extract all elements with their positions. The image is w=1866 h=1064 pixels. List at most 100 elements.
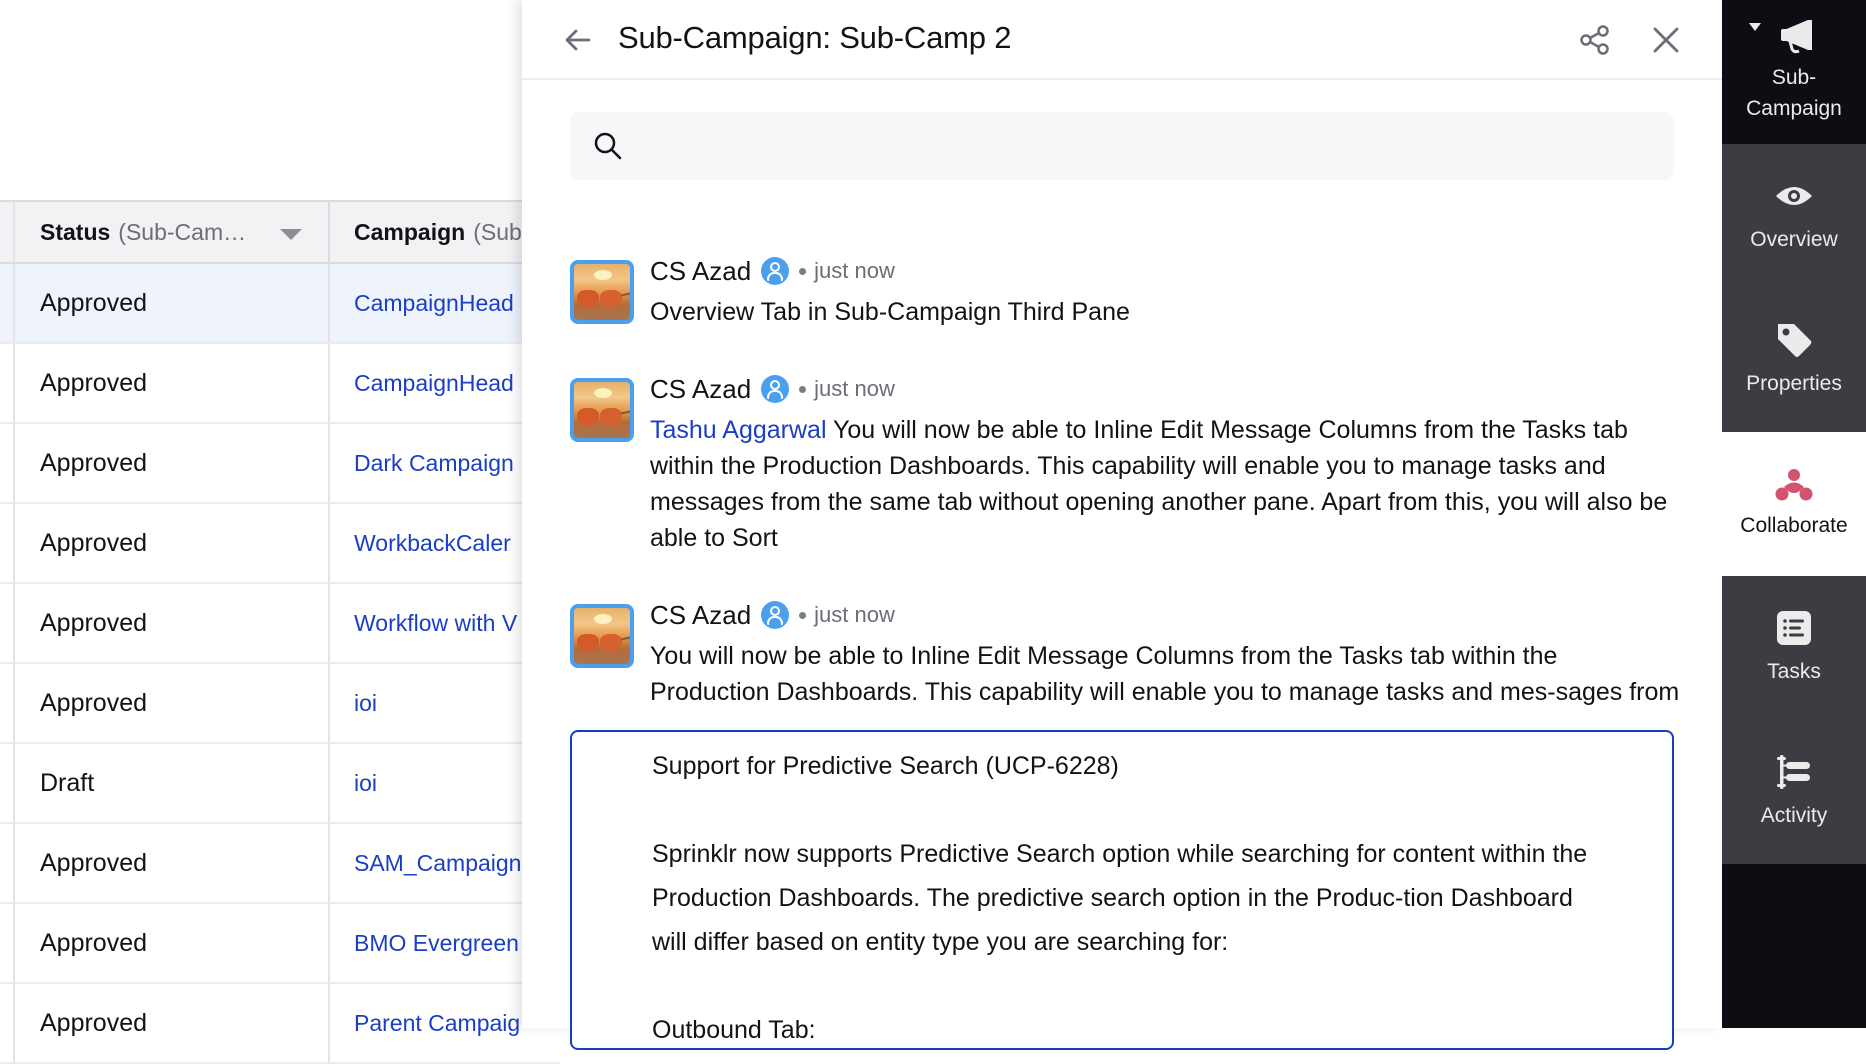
table-row[interactable]: Approved SAM_Campaign — [0, 824, 560, 904]
table-row[interactable]: Approved Dark Campaign — [0, 424, 560, 504]
sort-caret-icon[interactable] — [280, 229, 302, 240]
rail-label: Activity — [1760, 804, 1828, 827]
comment-text: You will now be able to Inline Edit Mess… — [650, 642, 1680, 706]
row-spacer — [0, 264, 15, 342]
status-cell: Draft — [15, 744, 330, 822]
column-header-sublabel: (Sub-Cam… — [118, 218, 247, 245]
comment-header: CS Azad just now — [650, 240, 1680, 286]
task-list-icon — [1777, 611, 1811, 645]
rail-item-sub-campaign[interactable]: Sub- Campaign — [1722, 0, 1866, 144]
sub-campaign-table: Status (Sub-Cam… Campaign (Sub Approved C… — [0, 0, 560, 1064]
rail-label: Collaborate — [1740, 514, 1848, 537]
avatar[interactable] — [570, 604, 634, 668]
comment-item: CS Azad just now Tashu Aggarwal You will n… — [570, 358, 1680, 556]
row-spacer — [0, 904, 15, 982]
pane-title: Sub-Campaign: Sub-Camp 2 — [618, 20, 1012, 55]
right-nav-rail: Sub- Campaign Overview Properties Collabo… — [1722, 0, 1866, 1028]
table-row[interactable]: Approved WorkbackCaler — [0, 504, 560, 584]
composer-text[interactable]: Support for Predictive Search (UCP-6228)… — [652, 744, 1612, 1048]
message-composer[interactable]: Support for Predictive Search (UCP-6228)… — [570, 730, 1674, 1050]
avatar[interactable] — [570, 260, 634, 324]
column-header-label: Campaign — [354, 218, 466, 245]
status-cell: Approved — [15, 264, 330, 342]
rail-label: Tasks — [1767, 660, 1821, 683]
search-input[interactable] — [642, 112, 1652, 180]
share-button[interactable] — [1577, 22, 1613, 58]
back-button[interactable] — [560, 22, 596, 58]
status-cell: Approved — [15, 824, 330, 902]
user-icon — [761, 375, 790, 403]
status-cell: Approved — [15, 504, 330, 582]
comment-time: just now — [814, 376, 895, 401]
comment-body: You will now be able to Inline Edit Mess… — [650, 638, 1680, 712]
rail-label: Properties — [1746, 372, 1842, 395]
composer-paragraph — [652, 788, 1612, 832]
table: Status (Sub-Cam… Campaign (Sub Approved C… — [0, 200, 560, 1064]
composer-paragraph: Sprinklr now supports Predictive Search … — [652, 840, 1588, 956]
avatar[interactable] — [570, 378, 634, 442]
table-row[interactable]: Draft ioi — [0, 744, 560, 824]
rail-item-properties[interactable]: Properties — [1722, 288, 1866, 432]
search-box[interactable] — [570, 112, 1674, 180]
comment-time: just now — [814, 258, 895, 283]
status-cell: Approved — [15, 904, 330, 982]
separator-dot — [799, 385, 807, 393]
row-spacer — [0, 744, 15, 822]
separator-dot — [799, 267, 807, 275]
comment-time: just now — [814, 602, 895, 627]
rail-item-collaborate[interactable]: Collaborate — [1722, 432, 1866, 576]
third-pane: Sub-Campaign: Sub-Camp 2 CS Azad just now… — [522, 0, 1722, 1050]
table-row[interactable]: Approved Workflow with V — [0, 584, 560, 664]
row-spacer — [0, 504, 15, 582]
status-cell: Approved — [15, 984, 330, 1062]
composer-paragraph — [652, 964, 1612, 1008]
close-button[interactable] — [1648, 22, 1684, 58]
table-row[interactable]: Approved BMO Evergreen — [0, 904, 560, 984]
table-row[interactable]: Approved Parent Campaig — [0, 984, 560, 1064]
row-spacer — [0, 664, 15, 742]
pane-header: Sub-Campaign: Sub-Camp 2 — [522, 0, 1722, 80]
rail-label: Sub- Campaign — [1746, 66, 1842, 120]
composer-paragraph: Support for Predictive Search (UCP-6228) — [652, 752, 1119, 780]
row-spacer — [0, 824, 15, 902]
comment-header: CS Azad just now — [650, 358, 1680, 404]
user-icon — [761, 257, 790, 285]
table-row[interactable]: Approved ioi — [0, 664, 560, 744]
comment-item: CS Azad just now You will now be able to I… — [570, 584, 1680, 712]
composer-paragraph: Outbound Tab: — [652, 1016, 816, 1044]
comment-text: Overview Tab in Sub-Campaign Third Pane — [650, 298, 1130, 326]
table-body: Approved CampaignHead Approved CampaignHead… — [0, 264, 560, 1064]
row-spacer — [0, 984, 15, 1062]
user-mention-link[interactable]: Tashu Aggarwal — [650, 416, 827, 444]
comment-item: CS Azad just now Overview Tab in Sub-Campa… — [570, 240, 1680, 330]
rail-item-tasks[interactable]: Tasks — [1722, 576, 1866, 720]
row-spacer — [0, 344, 15, 422]
status-cell: Approved — [15, 664, 330, 742]
rail-item-overview[interactable]: Overview — [1722, 144, 1866, 288]
comment-body: Overview Tab in Sub-Campaign Third Pane — [650, 294, 1680, 330]
comment-header: CS Azad just now — [650, 584, 1680, 630]
rail-label: Overview — [1750, 228, 1838, 251]
share-icon — [1580, 25, 1609, 55]
activity-icon — [1777, 755, 1810, 789]
column-header-status[interactable]: Status (Sub-Cam… — [15, 202, 330, 262]
separator-dot — [799, 611, 807, 619]
comment-body: Tashu Aggarwal You will now be able to I… — [650, 412, 1680, 556]
comment-author[interactable]: CS Azad — [650, 600, 751, 631]
search-icon — [594, 132, 622, 160]
row-spacer — [0, 584, 15, 662]
table-header: Status (Sub-Cam… Campaign (Sub — [0, 200, 560, 264]
comment-author[interactable]: CS Azad — [650, 256, 751, 287]
message-list[interactable]: CS Azad just now Overview Tab in Sub-Campa… — [570, 240, 1680, 712]
column-header-label: Status — [40, 218, 111, 245]
close-icon — [1653, 27, 1679, 53]
table-row[interactable]: Approved CampaignHead — [0, 264, 560, 344]
table-row[interactable]: Approved CampaignHead — [0, 344, 560, 424]
status-cell: Approved — [15, 584, 330, 662]
collaborate-icon — [1775, 469, 1813, 501]
arrow-left-icon — [565, 29, 591, 51]
comment-author[interactable]: CS Azad — [650, 374, 751, 405]
tag-icon — [1778, 324, 1812, 357]
column-header-sublabel: (Sub — [473, 218, 522, 245]
rail-item-activity[interactable]: Activity — [1722, 720, 1866, 864]
